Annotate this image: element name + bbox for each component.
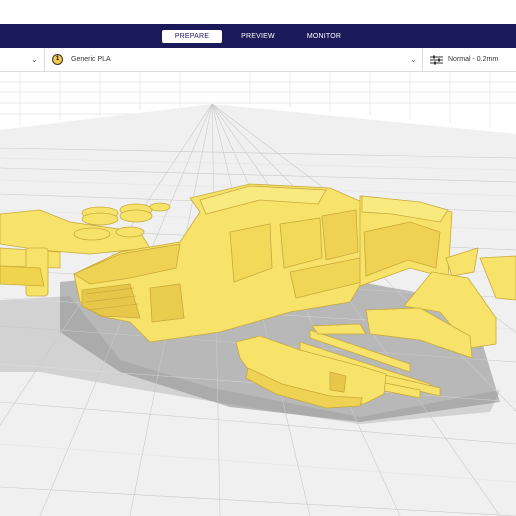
settings-bar: ⌄ 1 Generic PLA ⌄ Normal - 0.2mm	[0, 48, 516, 72]
tab-preview[interactable]: PREVIEW	[228, 30, 288, 43]
material-name: Generic PLA	[71, 56, 111, 63]
tab-prepare[interactable]: PREPARE	[161, 29, 223, 43]
sliders-icon	[430, 55, 443, 64]
divider	[44, 48, 45, 71]
divider	[422, 48, 423, 71]
3d-viewport[interactable]	[0, 72, 516, 516]
tab-monitor[interactable]: MONITOR	[294, 30, 354, 43]
stage-menu: PREPARE PREVIEW MONITOR	[0, 24, 516, 48]
chevron-down-icon: ⌄	[31, 55, 38, 64]
print-settings-button[interactable]: Normal - 0.2mm	[430, 48, 516, 71]
printer-selector[interactable]: ⌄	[0, 48, 44, 71]
chevron-down-icon: ⌄	[410, 55, 417, 64]
print-profile-label: Normal - 0.2mm	[448, 56, 499, 63]
title-bar	[0, 0, 516, 24]
extruder-badge-icon: 1	[52, 54, 63, 65]
material-selector[interactable]: 1 Generic PLA ⌄	[52, 48, 420, 71]
